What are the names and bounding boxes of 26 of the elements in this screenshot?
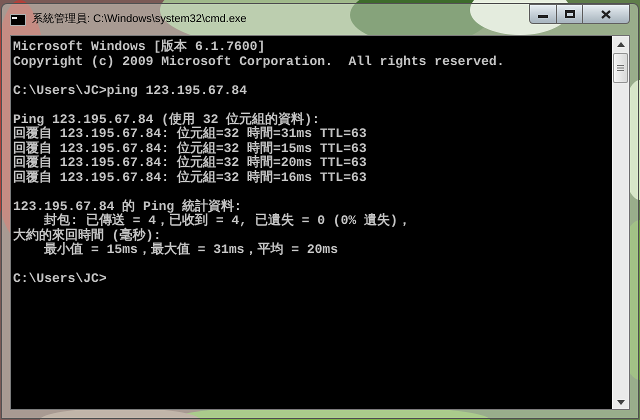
console-line: 回覆自 123.195.67.84: 位元組=32 時間=15ms TTL=63: [13, 142, 368, 156]
minimize-icon: [538, 15, 548, 18]
minimize-button[interactable]: [529, 4, 557, 24]
console-line: 最小值 = 15ms，最大值 = 31ms，平均 = 20ms: [43, 243, 340, 258]
console-line: 123.195.67.84 的 Ping 統計資料:: [13, 200, 243, 214]
console-line: 回覆自 123.195.67.84: 位元組=32 時間=16ms TTL=63: [13, 170, 368, 185]
maximize-icon: [564, 10, 574, 18]
console-line: 回覆自 123.195.67.84: 位元組=32 時間=31ms TTL=63: [13, 127, 368, 141]
maximize-button[interactable]: [557, 4, 583, 24]
scroll-thumb[interactable]: [613, 53, 628, 83]
scrollbar[interactable]: [612, 36, 629, 409]
console-line: Ping 123.195.67.84 (使用 32 位元組的資料):: [13, 112, 321, 126]
console-line: 大約的來回時間 (毫秒):: [13, 228, 162, 242]
scroll-up-icon[interactable]: [616, 42, 624, 47]
close-icon: [601, 10, 611, 18]
window-title: 系統管理員: C:\Windows\system32\cmd.exe: [32, 14, 247, 25]
console-line: 回覆自 123.195.67.84: 位元組=32 時間=20ms TTL=63: [13, 156, 368, 170]
scroll-down-icon[interactable]: [616, 400, 624, 405]
grip-icon: [617, 65, 624, 71]
console-line: C:\Users\JC>ping 123.195.67.84: [13, 84, 248, 98]
console-icon: [10, 14, 26, 26]
console-line: 封包: 已傳送 = 4，已收到 = 4, 已遺失 = 0 (0% 遺失)，: [43, 214, 412, 228]
console-line: Microsoft Windows [版本 6.1.7600]: [13, 40, 266, 54]
close-button[interactable]: [583, 4, 630, 24]
console-line: C:\Users\JC>: [13, 272, 108, 286]
console-line: Copyright (c) 2009 Microsoft Corporation. All rights reserved.: [13, 54, 506, 69]
